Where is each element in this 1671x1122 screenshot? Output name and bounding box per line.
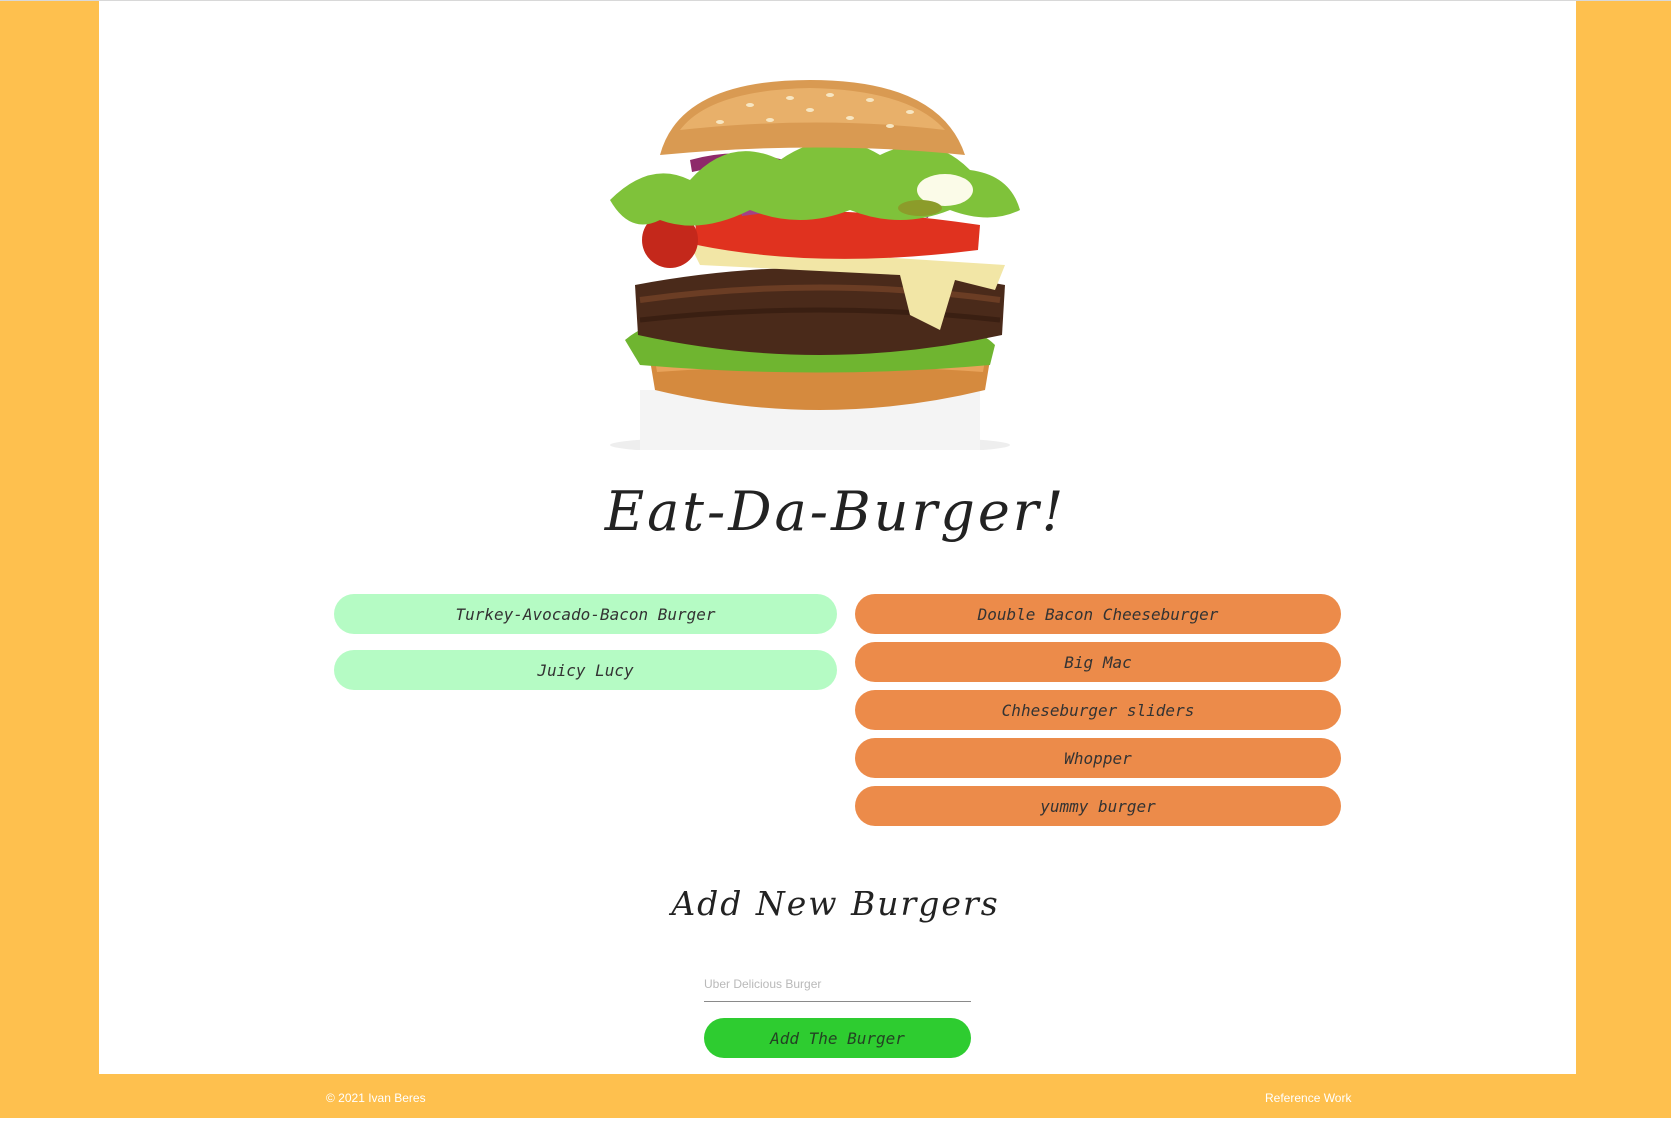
burger-name-input[interactable]	[704, 966, 971, 1002]
burger-illustration	[610, 80, 1020, 450]
eaten-burger-list: Double Bacon Cheeseburger Big Mac Chhese…	[855, 594, 1341, 834]
burger-item-juicy-lucy[interactable]: Juicy Lucy	[334, 650, 837, 690]
burger-item-whopper[interactable]: Whopper	[855, 738, 1341, 778]
burger-item-yummy-burger[interactable]: yummy burger	[855, 786, 1341, 826]
hero-burger-image	[600, 60, 1080, 450]
uneaten-burger-list: Turkey-Avocado-Bacon Burger Juicy Lucy	[334, 594, 837, 706]
page-title: Eat-Da-Burger!	[604, 480, 1067, 543]
burger-item-cheeseburger-sliders[interactable]: Chheseburger sliders	[855, 690, 1341, 730]
bottom-strip	[0, 1118, 1671, 1122]
footer-reference-link[interactable]: Reference Work	[1265, 1091, 1351, 1105]
page: Eat-Da-Burger! Turkey-Avocado-Bacon Burg…	[0, 0, 1671, 1122]
add-burger-button[interactable]: Add The Burger	[704, 1018, 971, 1058]
burger-item-turkey-avocado-bacon[interactable]: Turkey-Avocado-Bacon Burger	[334, 594, 837, 634]
burger-item-big-mac[interactable]: Big Mac	[855, 642, 1341, 682]
add-burgers-heading: Add New Burgers	[671, 884, 1000, 923]
burger-item-double-bacon-cheeseburger[interactable]: Double Bacon Cheeseburger	[855, 594, 1341, 634]
footer-copyright: © 2021 Ivan Beres	[326, 1091, 426, 1105]
